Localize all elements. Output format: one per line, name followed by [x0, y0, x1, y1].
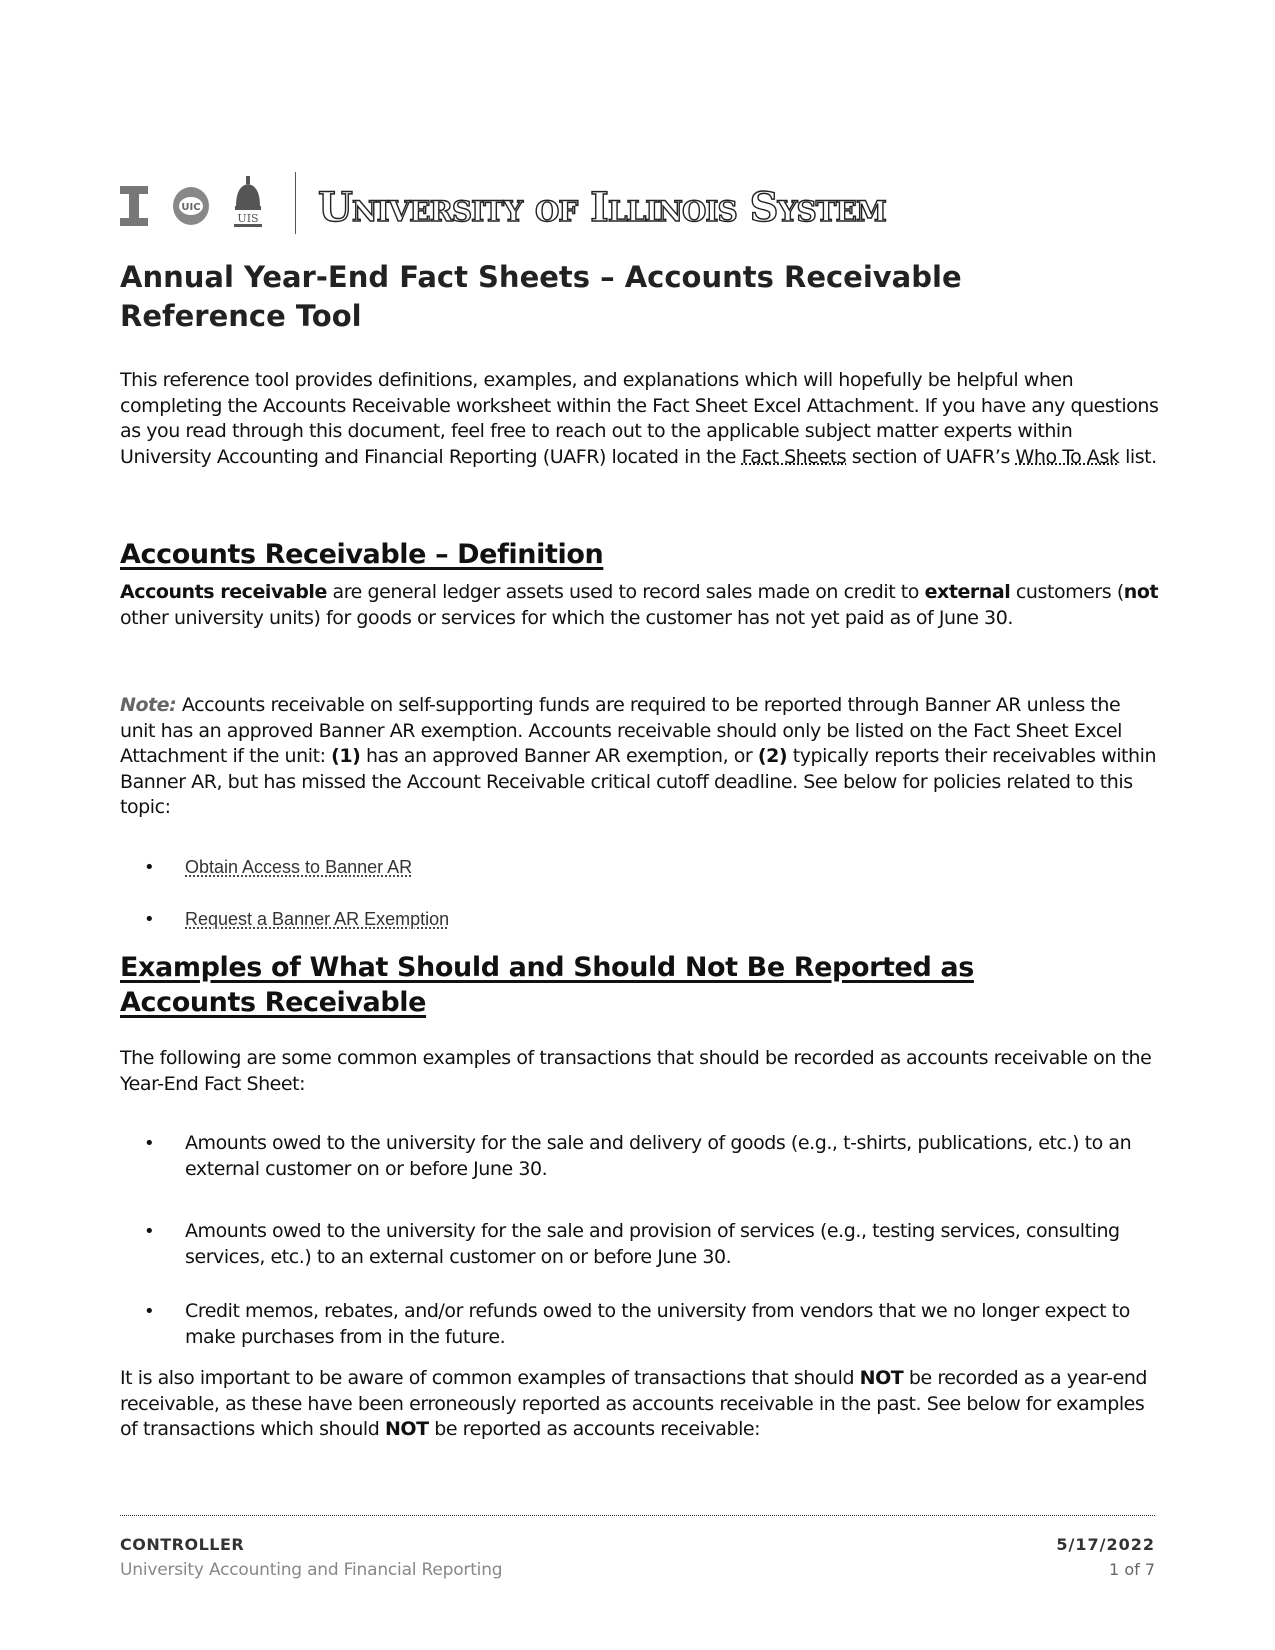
footer-department: University Accounting and Financial Repo… — [120, 1560, 503, 1580]
note-num-2: (2) — [757, 745, 788, 767]
bold-external: external — [924, 581, 1011, 603]
examples-list: • Amounts owed to the university for the… — [120, 1131, 1155, 1350]
logo-divider — [295, 172, 296, 234]
note-paragraph: Note: Accounts receivable on self-suppor… — [120, 693, 1160, 821]
bullet-icon: • — [144, 857, 155, 878]
example-item: • Credit memos, rebates, and/or refunds … — [120, 1299, 1155, 1350]
bold-not: NOT — [384, 1418, 429, 1440]
examples-heading-line2: Accounts Receivable — [120, 987, 427, 1018]
document-title-line1: Annual Year-End Fact Sheets – Accounts R… — [120, 260, 962, 294]
policy-links-list: • Obtain Access to Banner AR • Request a… — [120, 857, 1155, 930]
svg-text:UIS: UIS — [237, 212, 258, 225]
header-logo-band: UIC UIS University of Illinois System — [120, 172, 1155, 234]
example-item: • Amounts owed to the university for the… — [120, 1131, 1155, 1219]
intro-text: section of UAFR’s — [846, 445, 1016, 468]
definition-paragraph: Accounts receivable are general ledger a… — [120, 580, 1160, 631]
footer-page-number: 1 of 7 — [1109, 1560, 1155, 1579]
intro-text: list. — [1119, 445, 1157, 468]
svg-text:UIC: UIC — [181, 202, 200, 213]
bullet-icon: • — [144, 1221, 155, 1242]
document-title: Annual Year-End Fact Sheets – Accounts R… — [120, 258, 1155, 336]
definition-text: customers ( — [1010, 581, 1124, 603]
system-name-wordmark: University of Illinois System — [317, 183, 887, 231]
term-bold: Accounts receivable — [120, 581, 327, 603]
footer-office: CONTROLLER — [120, 1535, 245, 1554]
obtain-access-banner-ar-link[interactable]: Obtain Access to Banner AR — [185, 857, 412, 877]
intro-paragraph: This reference tool provides definitions… — [120, 368, 1160, 470]
uic-seal-logo: UIC — [173, 187, 209, 225]
example-text: Amounts owed to the university for the s… — [185, 1220, 1120, 1268]
bullet-icon: • — [144, 909, 155, 930]
note-text: has an approved Banner AR exemption, or — [360, 745, 758, 767]
bold-not: not — [1123, 581, 1159, 603]
document-title-line2: Reference Tool — [120, 299, 362, 333]
closing-text: It is also important to be aware of comm… — [120, 1367, 860, 1389]
definition-heading: Accounts Receivable – Definition — [120, 539, 604, 570]
example-text: Amounts owed to the university for the s… — [185, 1132, 1132, 1180]
policy-link-item: • Request a Banner AR Exemption — [120, 909, 1155, 930]
uis-dome-logo: UIS — [234, 176, 262, 227]
not-receivable-paragraph: It is also important to be aware of comm… — [120, 1366, 1160, 1443]
footer-date: 5/17/2022 — [1056, 1535, 1155, 1554]
closing-text: be reported as accounts receivable: — [428, 1418, 761, 1440]
bullet-icon: • — [144, 1301, 155, 1322]
footer-divider — [120, 1515, 1155, 1516]
examples-heading-line1: Examples of What Should and Should Not B… — [120, 952, 974, 983]
examples-intro: The following are some common examples o… — [120, 1047, 1152, 1095]
policy-link-item: • Obtain Access to Banner AR — [120, 857, 1155, 909]
bullet-icon: • — [144, 1133, 155, 1154]
bold-not: NOT — [859, 1367, 904, 1389]
request-banner-ar-exemption-link[interactable]: Request a Banner AR Exemption — [185, 909, 449, 929]
example-text: Credit memos, rebates, and/or refunds ow… — [185, 1300, 1130, 1348]
examples-heading: Examples of What Should and Should Not B… — [120, 950, 1155, 1020]
definition-text: are general ledger assets used to record… — [326, 581, 925, 603]
note-label: Note: — [120, 694, 177, 716]
example-item: • Amounts owed to the university for the… — [120, 1219, 1155, 1299]
note-num-1: (1) — [331, 745, 361, 767]
who-to-ask-link[interactable]: Who To Ask — [1016, 446, 1120, 468]
definition-text: other university units) for goods or ser… — [120, 606, 1013, 629]
illinois-block-i-logo — [120, 186, 148, 226]
fact-sheets-link[interactable]: Fact Sheets — [742, 446, 847, 468]
